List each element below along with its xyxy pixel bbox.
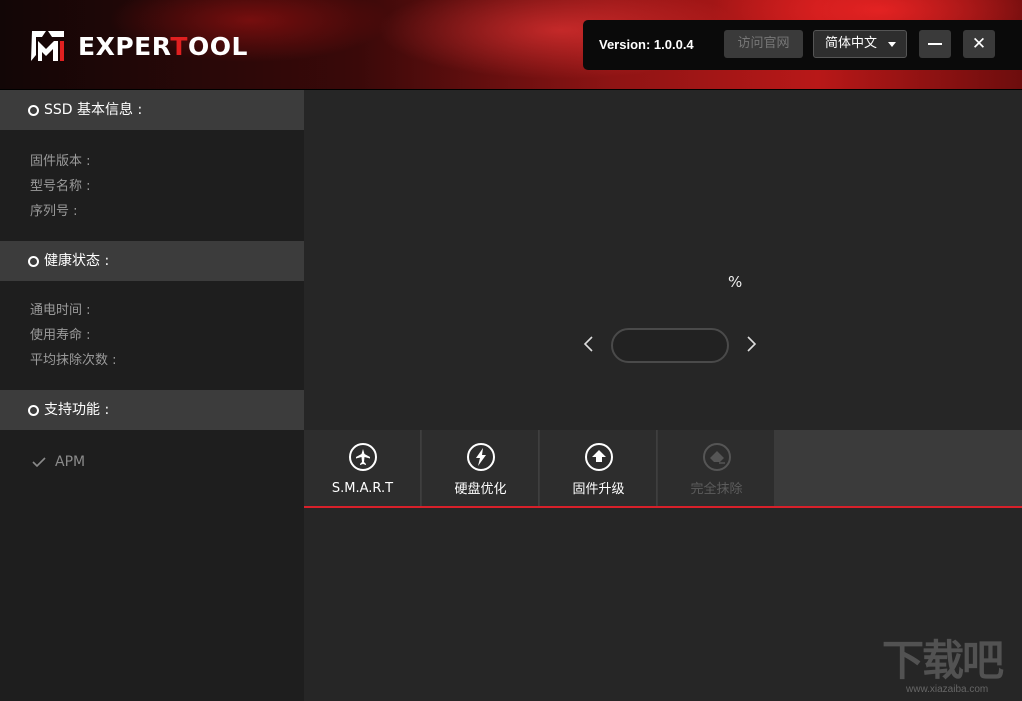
chevron-left-icon[interactable] [582,334,596,354]
minimize-icon [928,43,942,45]
circle-bullet-icon [28,105,39,116]
lifespan-label: 使用寿命 : [30,328,91,343]
health-status-header: 健康状态 : [0,241,304,281]
tab-smart-label: S.M.A.R.T [331,481,394,496]
ssd-info-title: SSD 基本信息 : [44,102,143,118]
watermark-url: www.xiazaiba.com [906,684,989,695]
expertool-logo-icon [31,31,64,61]
app-logo: EXPERTOOL [28,26,248,66]
tab-firmware-upgrade[interactable]: 固件升级 [540,430,657,506]
language-select-value: 简体中文 [825,36,878,51]
health-status-title: 健康状态 : [44,253,110,269]
feature-apm: APM [32,454,85,470]
supported-features-title: 支持功能 : [44,402,110,418]
minimize-button[interactable] [919,30,951,58]
supported-features-header: 支持功能 : [0,390,304,430]
app-logo-text: EXPERTOOL [78,31,248,61]
circle-bullet-icon [28,405,39,416]
feature-apm-label: APM [55,454,86,470]
visit-website-button[interactable]: 访问官网 [724,30,803,58]
checkmark-icon [32,457,46,467]
lightning-icon [467,443,495,471]
drive-display-panel: % [304,90,1022,430]
tab-disk-optimize-label: 硬盘优化 [454,482,507,497]
tab-secure-erase-label: 完全抹除 [690,482,743,497]
close-button[interactable]: ✕ [963,30,995,58]
tab-firmware-upgrade-label: 固件升级 [572,482,625,497]
avg-erase-count-label: 平均抹除次数 : [30,353,117,368]
eraser-icon [703,443,731,471]
firmware-version-label: 固件版本 : [30,154,91,169]
function-tabs: S.M.A.R.T 硬盘优化 固件升级 完全抹除 [304,430,1022,506]
chevron-right-icon[interactable] [744,334,758,354]
app-header: EXPERTOOL Version: 1.0.0.4 访问官网 简体中文 ✕ [0,0,1022,90]
tab-secure-erase[interactable]: 完全抹除 [658,430,775,506]
sidebar: SSD 基本信息 : 固件版本 : 型号名称 : 序列号 : 健康状态 : 通电… [0,90,304,701]
health-percent: % [728,273,743,291]
language-select[interactable]: 简体中文 [813,30,907,58]
drive-selector-pill[interactable] [611,328,729,363]
top-toolbar: Version: 1.0.0.4 访问官网 简体中文 ✕ [583,20,1022,70]
tab-smart[interactable]: S.M.A.R.T [304,430,421,506]
version-label: Version: 1.0.0.4 [599,37,694,52]
serial-number-label: 序列号 : [30,204,78,219]
upload-arrow-icon [585,443,613,471]
airplane-icon [349,443,377,471]
model-name-label: 型号名称 : [30,179,91,194]
tab-disk-optimize[interactable]: 硬盘优化 [422,430,539,506]
tabs-filler [774,430,1022,506]
circle-bullet-icon [28,256,39,267]
watermark-text: 下载吧 [882,636,1004,685]
power-on-time-label: 通电时间 : [30,303,91,318]
ssd-info-header: SSD 基本信息 : [0,90,304,130]
watermark: 下载吧 www.xiazaiba.com [882,638,1014,698]
caret-down-icon [888,42,896,47]
